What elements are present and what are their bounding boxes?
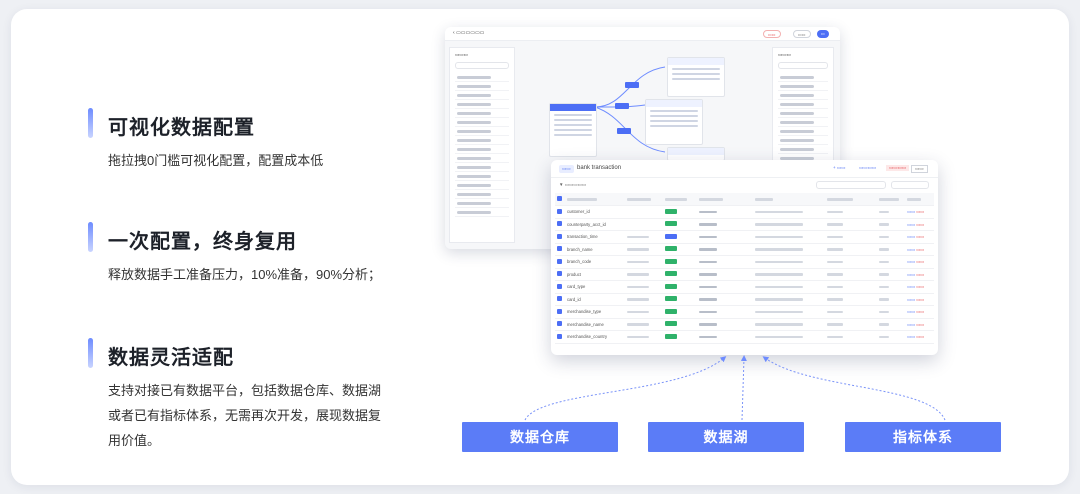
target-metric-system: 指标体系 xyxy=(845,422,1001,452)
target-data-lake: 数据湖 xyxy=(648,422,804,452)
connector-lines xyxy=(524,355,946,421)
target-data-warehouse: 数据仓库 xyxy=(462,422,618,452)
